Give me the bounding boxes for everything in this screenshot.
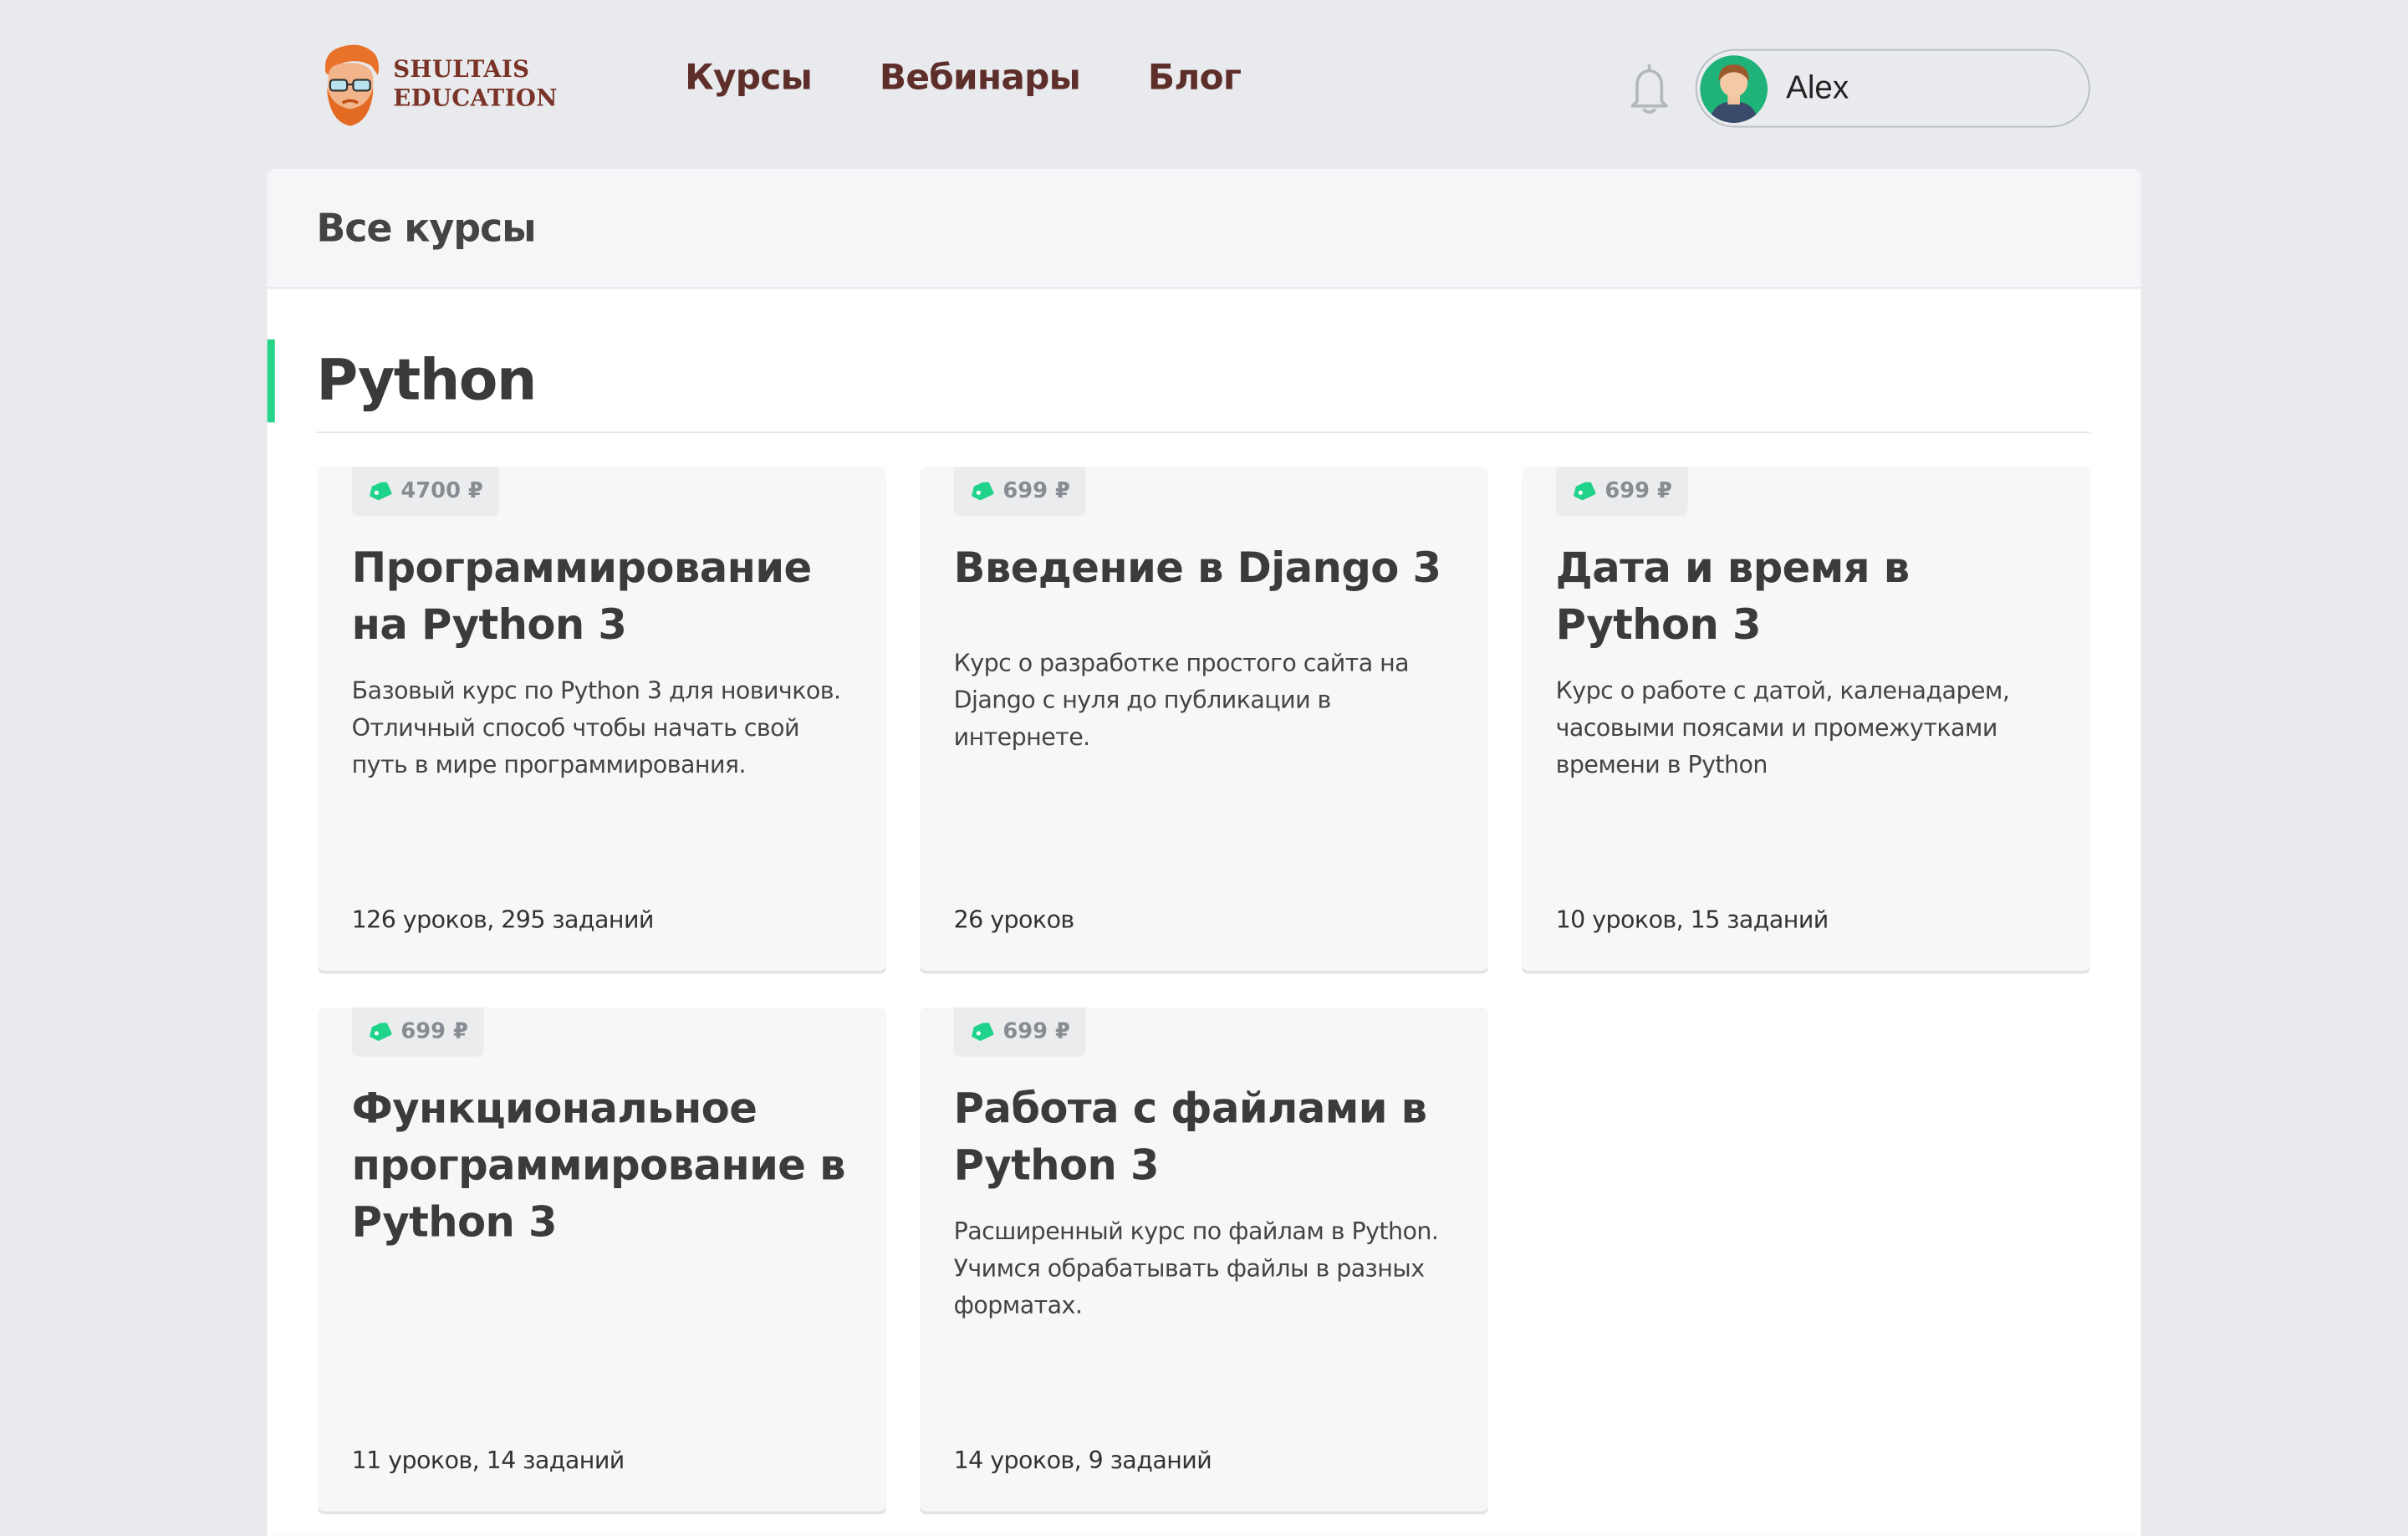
bell-icon[interactable] xyxy=(1625,61,1674,116)
avatar xyxy=(1700,54,1768,123)
course-title[interactable]: Работа с файлами в Python 3 xyxy=(954,1081,1461,1195)
price-badge: 4700 ₽ xyxy=(351,467,499,517)
course-card-python3[interactable]: 4700 ₽ Программирование на Python 3 Базо… xyxy=(318,467,886,971)
section-accent-bar xyxy=(267,339,275,423)
price-badge: 699 ₽ xyxy=(351,1007,484,1057)
course-card-datetime[interactable]: 699 ₽ Дата и время в Python 3 Курс о раб… xyxy=(1522,467,2090,971)
price-tag-icon xyxy=(972,482,994,501)
page-title: Все курсы xyxy=(316,206,536,251)
price-badge: 699 ₽ xyxy=(953,467,1086,517)
course-stats: 14 уроков, 9 заданий xyxy=(953,1447,1212,1475)
price-tag-icon xyxy=(370,482,392,501)
price-value: 699 ₽ xyxy=(1002,479,1070,504)
course-card-django3[interactable]: 699 ₽ Введение в Django 3 Курс о разрабо… xyxy=(920,467,1488,971)
course-title[interactable]: Введение в Django 3 xyxy=(954,541,1461,598)
price-value: 699 ₽ xyxy=(400,1019,468,1044)
price-value: 699 ₽ xyxy=(1002,1019,1070,1044)
brand-line-1: SHULTAIS xyxy=(393,55,530,84)
section-divider xyxy=(316,431,2090,433)
nav-courses[interactable]: Курсы xyxy=(685,59,813,99)
course-stats: 26 уроков xyxy=(953,906,1075,934)
price-tag-icon xyxy=(370,1023,392,1041)
course-card-files[interactable]: 699 ₽ Работа с файлами в Python 3 Расшир… xyxy=(920,1007,1488,1512)
course-title[interactable]: Функциональное программирование в Python… xyxy=(352,1081,859,1252)
course-card-functional[interactable]: 699 ₽ Функциональное программирование в … xyxy=(318,1007,886,1512)
brand-name: SHULTAIS EDUCATION xyxy=(393,55,558,114)
nav-blog[interactable]: Блог xyxy=(1148,59,1242,99)
course-description: Курс о разработке простого сайта на Djan… xyxy=(953,649,1410,752)
course-stats: 11 уроков, 14 заданий xyxy=(351,1447,625,1475)
user-name: Alex xyxy=(1786,69,1849,105)
price-value: 699 ₽ xyxy=(1604,479,1672,504)
course-title[interactable]: Дата и время в Python 3 xyxy=(1556,541,2063,655)
section-title: Python xyxy=(316,347,537,414)
brand-logo[interactable]: SHULTAIS EDUCATION xyxy=(316,40,562,130)
page: SHULTAIS EDUCATION Курсы Вебинары Блог A… xyxy=(0,0,2408,1536)
nav-webinars[interactable]: Вебинары xyxy=(880,59,1081,99)
courses-panel: Все курсы Python 4700 ₽ Программирование… xyxy=(267,169,2141,1536)
course-stats: 10 уроков, 15 заданий xyxy=(1555,906,1829,934)
main-nav: Курсы Вебинары Блог xyxy=(685,59,1242,99)
course-stats: 126 уроков, 295 заданий xyxy=(351,906,655,934)
brand-line-2: EDUCATION xyxy=(393,84,558,113)
course-description: Базовый курс по Python 3 для новичков. О… xyxy=(351,677,841,779)
price-value: 4700 ₽ xyxy=(400,479,483,504)
price-tag-icon xyxy=(1574,482,1596,501)
course-title[interactable]: Программирование на Python 3 xyxy=(352,541,859,655)
price-badge: 699 ₽ xyxy=(953,1007,1086,1057)
course-description: Расширенный курс по файлам в Python. Учи… xyxy=(953,1217,1439,1319)
user-menu-button[interactable]: Alex xyxy=(1695,48,2090,128)
price-badge: 699 ₽ xyxy=(1555,467,1688,517)
price-tag-icon xyxy=(972,1023,994,1041)
course-description: Курс о работе с датой, каленадарем, часо… xyxy=(1555,677,2010,779)
bearded-man-logo-icon xyxy=(324,44,380,126)
panel-header: Все курсы xyxy=(267,169,2141,289)
